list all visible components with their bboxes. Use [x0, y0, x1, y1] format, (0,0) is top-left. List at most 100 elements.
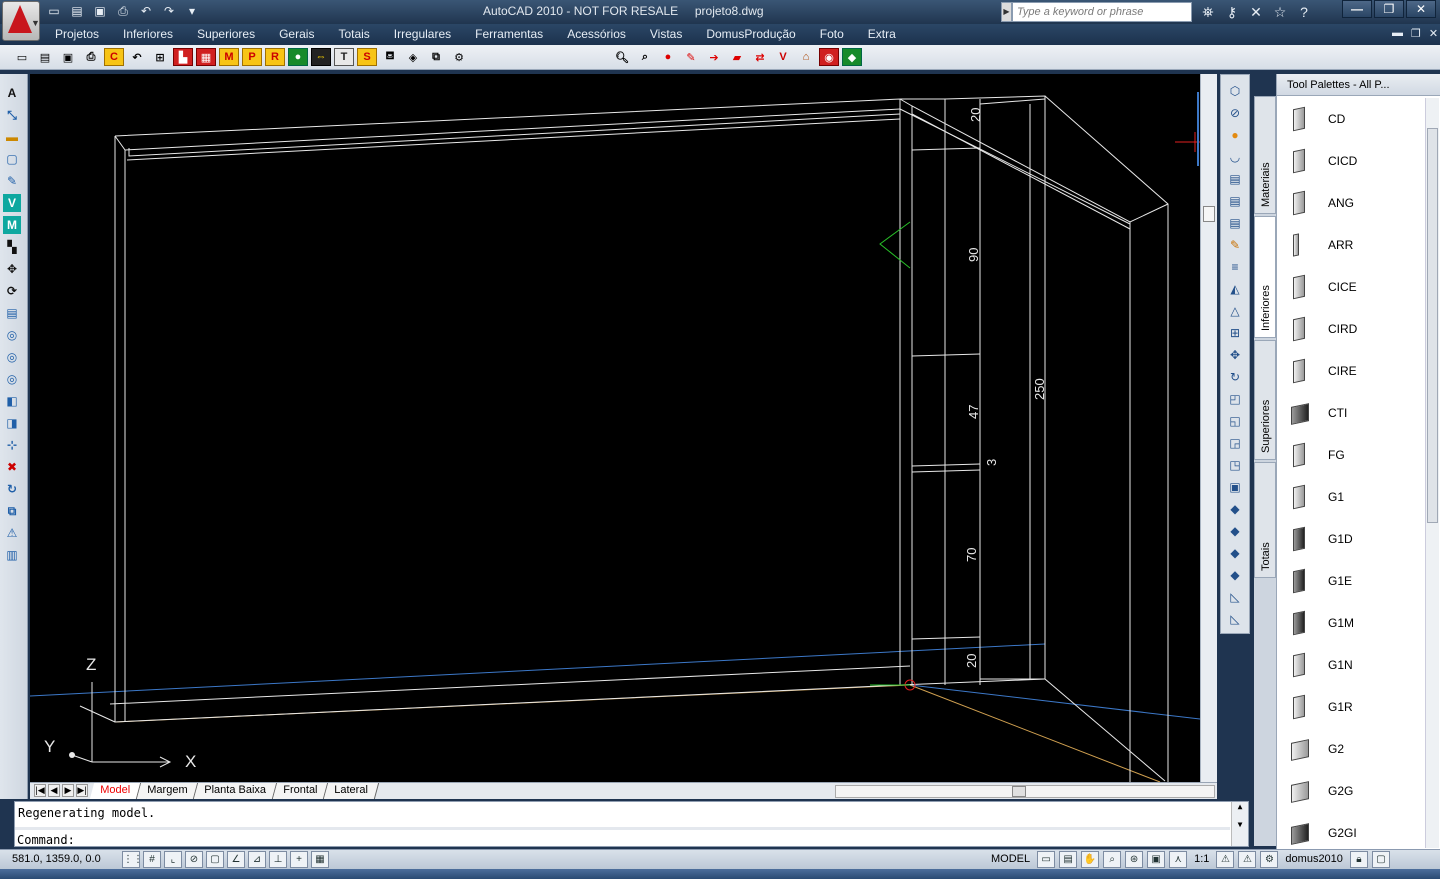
bowl-icon[interactable]: ◡ [1226, 148, 1244, 166]
extrude-4-icon[interactable]: ◳ [1226, 456, 1244, 474]
save-icon[interactable]: ▣ [90, 2, 110, 20]
ellipse-3-icon[interactable]: ◎ [3, 370, 21, 388]
palette-item-cd[interactable]: CD [1277, 98, 1427, 140]
pencil-icon[interactable]: ✎ [3, 172, 21, 190]
extrude-3-icon[interactable]: ◲ [1226, 434, 1244, 452]
palette-item-g1m[interactable]: G1M [1277, 602, 1427, 644]
save-file-icon[interactable]: ▣ [58, 48, 78, 66]
camera-icon[interactable]: ◉ [819, 48, 839, 66]
move-icon[interactable]: ✥ [3, 260, 21, 278]
zoom-icon[interactable]: 🔍︎ [612, 48, 632, 66]
panel-icon[interactable]: ◧ [3, 392, 21, 410]
grid-display-icon[interactable]: # [143, 851, 161, 868]
communication-center-icon[interactable]: ✕ [1246, 2, 1266, 22]
panel-2-icon[interactable]: ◨ [3, 414, 21, 432]
dynamic-input-icon[interactable]: + [290, 851, 308, 868]
shape-3-icon[interactable]: ◆ [1226, 544, 1244, 562]
minimize-button[interactable]: — [1342, 0, 1372, 18]
next-tab-icon[interactable]: ▶ [62, 784, 74, 797]
measure-icon[interactable]: ✎ [681, 48, 701, 66]
palette-item-g1d[interactable]: G1D [1277, 518, 1427, 560]
snap-mode-icon[interactable]: ⋮⋮ [122, 851, 143, 868]
palette-item-g2gi[interactable]: G2GI [1277, 812, 1427, 854]
tool-v-left-icon[interactable]: V [3, 194, 21, 212]
house-icon[interactable]: ⌂ [796, 48, 816, 66]
tab-frontal[interactable]: Frontal [272, 783, 329, 799]
command-scrollbar[interactable]: ▲ ▼ [1231, 802, 1248, 846]
tab-materiais[interactable]: Materiais [1254, 96, 1276, 214]
cube-icon[interactable]: ◈ [403, 48, 423, 66]
open-icon[interactable]: ▤ [67, 2, 87, 20]
prev-tab-icon[interactable]: ◀ [48, 784, 60, 797]
grid-4-icon[interactable]: ⊞ [1226, 324, 1244, 342]
first-tab-icon[interactable]: |◀ [34, 784, 46, 797]
model-space-toggle[interactable]: MODEL [988, 851, 1033, 868]
palette-item-g1n[interactable]: G1N [1277, 644, 1427, 686]
help-icon[interactable]: ? [1294, 2, 1314, 22]
pan-icon[interactable]: ✋ [1081, 851, 1100, 868]
scrollbar-thumb[interactable] [1203, 206, 1215, 222]
search-expand-icon[interactable]: ▶ [1001, 2, 1012, 22]
undo-tool-icon[interactable]: ↶ [127, 48, 147, 66]
brick-icon[interactable]: ▦ [196, 48, 216, 66]
copy-objects-icon[interactable]: ⧉ [426, 48, 446, 66]
material-sphere-icon[interactable]: ● [1226, 126, 1244, 144]
edit-block-icon[interactable]: ▤ [3, 304, 21, 322]
command-window[interactable]: Regenerating model. Command: ▲ ▼ [14, 801, 1249, 847]
paint-bucket-icon[interactable]: ⛾ [380, 48, 400, 66]
drawing-canvas[interactable]: 20 90 47 3 70 20 250 Z Y X [30, 74, 1200, 782]
hinge-icon[interactable]: ▥ [3, 546, 21, 564]
extrude-2-icon[interactable]: ◱ [1226, 412, 1244, 430]
palette-item-cti[interactable]: CTI [1277, 392, 1427, 434]
window-icon[interactable]: ▢ [3, 150, 21, 168]
layout-icon[interactable]: ▭ [1037, 851, 1056, 868]
slice-icon[interactable]: ◺ [1226, 588, 1244, 606]
search-input[interactable]: Type a keyword or phrase [1012, 2, 1192, 22]
red-dot-icon[interactable]: ● [658, 48, 678, 66]
layout-list-icon[interactable]: ▤ [1059, 851, 1078, 868]
truck-icon[interactable]: ▰ [727, 48, 747, 66]
tool-p-icon[interactable]: P [242, 48, 262, 66]
double-arrow-icon[interactable]: ⇔ [311, 48, 331, 66]
palette-item-g1r[interactable]: G1R [1277, 686, 1427, 728]
object-snap-tracking-icon[interactable]: ⊿ [248, 851, 266, 868]
node-icon[interactable]: ⊹ [3, 436, 21, 454]
tab-superiores[interactable]: Superiores [1254, 340, 1276, 460]
menu-extra[interactable]: Extra [868, 27, 896, 41]
tab-lateral[interactable]: Lateral [324, 783, 380, 799]
annotation-scale-icon[interactable]: ⋏ [1169, 851, 1188, 868]
palette-item-g2[interactable]: G2 [1277, 728, 1427, 770]
menu-foto[interactable]: Foto [820, 27, 844, 41]
layers-icon[interactable]: ≡ [1226, 258, 1244, 276]
mirror-icon[interactable]: ◭ [1226, 280, 1244, 298]
scrollbar-thumb[interactable] [1427, 128, 1438, 523]
copy-panel-icon[interactable]: ⧉ [3, 502, 21, 520]
workspace-gear-icon[interactable]: ⚙ [1260, 851, 1279, 868]
palette-item-fg[interactable]: FG [1277, 434, 1427, 476]
undo-icon[interactable]: ↶ [136, 2, 156, 20]
object-snap-icon[interactable]: ▢ [206, 851, 224, 868]
warning-panel-icon[interactable]: ⚠ [3, 524, 21, 542]
palette-item-cire[interactable]: CIRE [1277, 350, 1427, 392]
plan-icon[interactable]: ⊞ [150, 48, 170, 66]
palette-item-g1[interactable]: G1 [1277, 476, 1427, 518]
stack-3-icon[interactable]: ▤ [1226, 214, 1244, 232]
tool-m-icon[interactable]: M [219, 48, 239, 66]
stack-2-icon[interactable]: ▤ [1226, 192, 1244, 210]
zoom-window-icon[interactable]: ⌕ [635, 48, 655, 66]
last-tab-icon[interactable]: ▶| [76, 784, 88, 797]
restore-button[interactable]: ❐ [1374, 0, 1404, 18]
polar-tracking-icon[interactable]: ⊘ [185, 851, 203, 868]
tab-model[interactable]: Model [89, 783, 142, 799]
stack-icon[interactable]: ▤ [1226, 170, 1244, 188]
qat-dropdown-icon[interactable]: ▾ [182, 2, 202, 20]
redo-icon[interactable]: ↷ [159, 2, 179, 20]
menu-vistas[interactable]: Vistas [650, 27, 682, 41]
tab-planta-baixa[interactable]: Planta Baixa [194, 783, 278, 799]
command-prompt[interactable]: Command: [17, 833, 75, 847]
palette-item-cice[interactable]: CICE [1277, 266, 1427, 308]
ellipse-icon[interactable]: ◎ [3, 326, 21, 344]
showmotion-icon[interactable]: ▣ [1147, 851, 1166, 868]
slice-2-icon[interactable]: ◺ [1226, 610, 1244, 628]
tool-m-left-icon[interactable]: M [3, 216, 21, 234]
